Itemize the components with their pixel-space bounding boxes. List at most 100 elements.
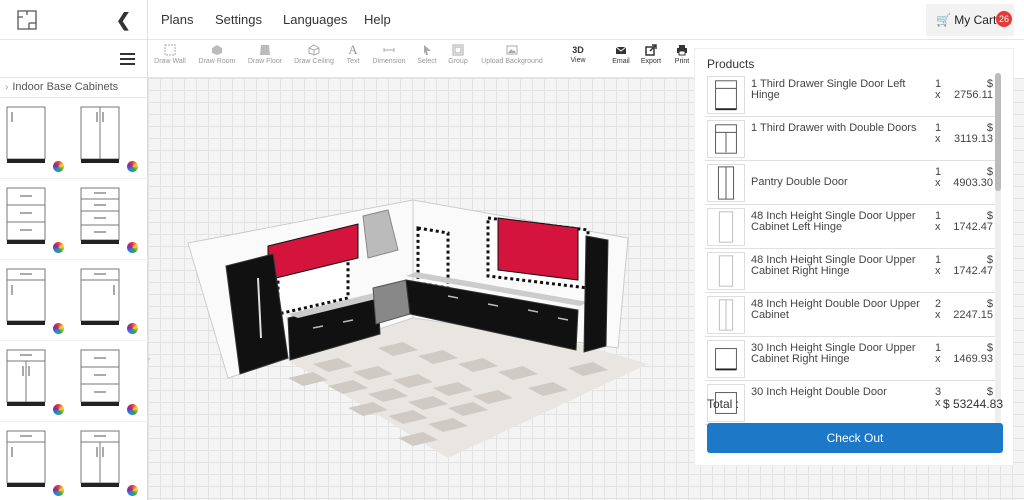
check-out-button[interactable]: Check Out xyxy=(707,423,1003,453)
nav-settings[interactable]: Settings xyxy=(215,12,262,27)
tool-label: Email xyxy=(612,58,630,65)
product-thumbnail xyxy=(707,120,745,158)
my-cart-button[interactable]: 🛒 My Cart 26 xyxy=(926,4,1014,36)
color-picker-icon[interactable] xyxy=(53,323,64,334)
product-name: 1 Third Drawer Single Door Left Hinge xyxy=(751,78,906,101)
product-row[interactable]: 1 Third Drawer with Double Doors 1x $311… xyxy=(705,117,995,161)
cabinet-thumb[interactable] xyxy=(74,341,148,422)
ceiling-icon xyxy=(308,44,320,56)
cabinet-thumb[interactable] xyxy=(74,422,148,500)
nav-help[interactable]: Help xyxy=(364,12,391,27)
total-value: $ 53244.83 xyxy=(942,397,1003,411)
product-name: 48 Inch Height Single Door Upper Cabinet… xyxy=(751,210,916,233)
cart-count-badge: 26 xyxy=(996,11,1012,27)
product-row[interactable]: Pantry Double Door 1x $4903.30 xyxy=(705,161,995,205)
cabinet-thumb[interactable] xyxy=(74,260,148,341)
product-price: $2756.11 xyxy=(954,78,993,101)
tool-text[interactable]: A Text xyxy=(343,42,363,65)
logo-bar: ❮ xyxy=(0,0,147,40)
product-price: $1742.47 xyxy=(953,210,993,233)
product-row[interactable]: 48 Inch Height Double Door Upper Cabinet… xyxy=(705,293,995,337)
tool-label: Draw Room xyxy=(198,58,236,65)
products-title: Products xyxy=(707,57,755,71)
tool-draw-wall[interactable]: Draw Wall xyxy=(153,44,187,65)
tall-cabinet-right xyxy=(583,235,609,353)
tool-print[interactable]: Print xyxy=(671,44,693,65)
tool-draw-floor[interactable]: Draw Floor xyxy=(245,44,285,65)
cabinet-thumb[interactable] xyxy=(0,98,74,179)
nav-plans[interactable]: Plans xyxy=(161,12,194,27)
tool-label: Draw Floor xyxy=(247,58,283,65)
product-name: Pantry Double Door xyxy=(751,176,848,188)
color-picker-icon[interactable] xyxy=(127,161,138,172)
floorplan-logo-icon[interactable] xyxy=(16,9,38,31)
chevron-right-icon: › xyxy=(5,82,9,93)
product-list-scrollbar[interactable] xyxy=(995,73,1001,435)
product-qty: 1x xyxy=(935,122,942,145)
product-qty: 1x xyxy=(935,166,942,189)
tool-label: Select xyxy=(417,58,437,65)
color-picker-icon[interactable] xyxy=(53,404,64,415)
tool-select[interactable]: Select xyxy=(415,44,439,65)
product-row[interactable]: 30 Inch Height Single Door Upper Cabinet… xyxy=(705,337,995,381)
color-picker-icon[interactable] xyxy=(127,404,138,415)
tool-export[interactable]: Export xyxy=(638,44,664,65)
cabinet-thumb[interactable] xyxy=(74,179,148,260)
tool-label: Export xyxy=(640,58,662,65)
cart-label: My Cart xyxy=(954,13,997,27)
product-name: 48 Inch Height Single Door Upper Cabinet… xyxy=(751,254,916,277)
print-icon xyxy=(677,45,687,56)
text-icon: A xyxy=(348,42,358,57)
product-row[interactable]: 48 Inch Height Single Door Upper Cabinet… xyxy=(705,205,995,249)
nav-languages[interactable]: Languages xyxy=(283,12,347,27)
group-icon xyxy=(452,44,464,56)
cabinet-thumb[interactable] xyxy=(74,98,148,179)
product-qty: 2x xyxy=(935,298,942,321)
product-row[interactable]: 1 Third Drawer Single Door Left Hinge 1x… xyxy=(705,73,995,117)
wall-icon xyxy=(164,44,176,56)
product-list[interactable]: 1 Third Drawer Single Door Left Hinge 1x… xyxy=(705,73,995,441)
tool-label: Text xyxy=(346,58,360,65)
tool-draw-room[interactable]: Draw Room xyxy=(196,44,238,65)
product-thumbnail xyxy=(707,76,745,114)
sidebar: ❮ › Indoor Base Cabinets xyxy=(0,0,148,500)
cabinet-thumb[interactable] xyxy=(0,341,74,422)
cabinet-thumb[interactable] xyxy=(0,179,74,260)
product-qty: 1x xyxy=(935,254,942,277)
tool-dimension[interactable]: Dimension xyxy=(370,44,408,65)
product-row[interactable]: 48 Inch Height Single Door Upper Cabinet… xyxy=(705,249,995,293)
color-picker-icon[interactable] xyxy=(53,485,64,496)
color-picker-icon[interactable] xyxy=(127,242,138,253)
tool-email[interactable]: Email xyxy=(610,44,632,65)
product-price: $3119.13 xyxy=(954,122,993,145)
product-price: $1742.47 xyxy=(953,254,993,277)
3d-icon: 3D xyxy=(572,45,584,55)
color-picker-icon[interactable] xyxy=(127,323,138,334)
app-root: ❮ › Indoor Base Cabinets Plans Settings … xyxy=(0,0,1024,500)
tool-upload-background[interactable]: Upload Background xyxy=(478,44,546,65)
tool-3d-view[interactable]: 3D View xyxy=(566,44,590,64)
total-row: Total : $ 53244.83 xyxy=(707,397,1003,411)
tool-label: Upload Background xyxy=(481,58,543,65)
cabinet-thumb[interactable] xyxy=(0,260,74,341)
cabinet-grid xyxy=(0,98,148,500)
color-picker-icon[interactable] xyxy=(53,242,64,253)
tool-label: Draw Wall xyxy=(154,58,186,65)
color-picker-icon[interactable] xyxy=(127,485,138,496)
tool-group[interactable]: Group xyxy=(445,44,471,65)
dimension-icon xyxy=(383,48,395,52)
cart-icon: 🛒 xyxy=(936,13,951,27)
color-picker-icon[interactable] xyxy=(53,161,64,172)
hamburger-menu-icon[interactable] xyxy=(120,53,135,65)
total-label: Total : xyxy=(707,397,740,411)
tool-label: Dimension xyxy=(372,58,406,65)
scrollbar-thumb[interactable] xyxy=(995,73,1001,191)
cabinet-thumb[interactable] xyxy=(0,422,74,500)
product-name: 30 Inch Height Single Door Upper Cabinet… xyxy=(751,342,916,365)
tool-label: Print xyxy=(674,58,690,65)
collapse-sidebar-icon[interactable]: ❮ xyxy=(116,10,131,31)
category-breadcrumb[interactable]: › Indoor Base Cabinets xyxy=(0,78,147,98)
tool-draw-ceiling[interactable]: Draw Ceiling xyxy=(293,44,335,65)
top-nav: Plans Settings Languages Help 🛒 My Cart … xyxy=(148,0,1024,40)
toolbar: Draw Wall Draw Room Draw Floor Draw Ceil… xyxy=(148,40,694,78)
